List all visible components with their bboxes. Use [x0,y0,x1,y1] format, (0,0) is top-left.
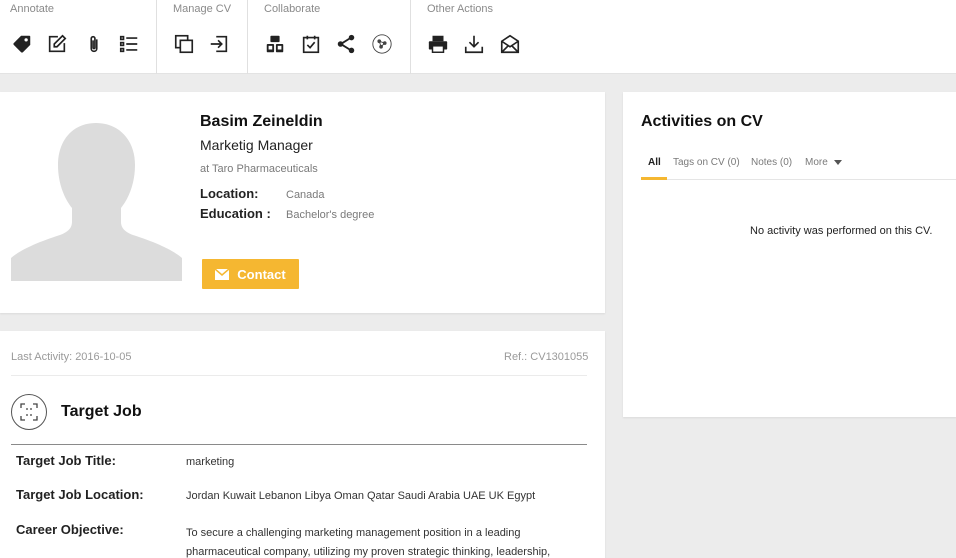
candidate-name: Basim Zeineldin [200,113,323,130]
section-title-target-job: Target Job [61,403,142,420]
candidate-company: at Taro Pharmaceuticals [200,163,318,175]
activities-title: Activities on CV [641,113,763,130]
target-job-location-label: Target Job Location: [16,487,144,502]
cv-reference: Ref.: CV1301055 [504,351,589,363]
activities-card [623,92,956,417]
share-user-icon[interactable] [263,32,287,56]
network-icon[interactable] [370,32,394,56]
toolbar-group-other-actions: Other Actions [411,0,551,74]
envelope-icon [215,268,230,280]
tabs-divider [641,179,956,180]
toolbar-group-manage-cv: Manage CV [157,0,248,74]
list-icon[interactable] [117,32,141,56]
career-objective-label: Career Objective: [16,522,124,537]
target-job-title-value: marketing [186,456,235,468]
copy-icon[interactable] [172,32,196,56]
tab-all[interactable]: All [648,157,661,168]
tab-notes[interactable]: Notes (0) [751,157,792,168]
toolbar-group-title: Manage CV [173,3,232,15]
tab-tags-on-cv[interactable]: Tags on CV (0) [673,157,740,168]
task-icon[interactable] [299,32,323,56]
divider [11,375,587,376]
no-activity-message: No activity was performed on this CV. [750,225,933,237]
candidate-title: Marketig Manager [200,137,313,153]
target-job-icon [11,394,47,430]
education-label: Education : [200,206,271,221]
education-value: Bachelor's degree [286,209,375,221]
toolbar-group-collaborate: Collaborate [248,0,411,74]
toolbar-group-annotate: Annotate [0,0,157,74]
tag-icon[interactable] [10,32,34,56]
career-objective-value: To secure a challenging marketing manage… [186,527,551,558]
section-divider [11,444,587,445]
target-job-title-label: Target Job Title: [16,453,116,468]
print-icon[interactable] [426,32,450,56]
tab-more-label: More [805,157,828,168]
avatar [11,121,182,281]
edit-icon[interactable] [45,32,69,56]
share-icon[interactable] [334,32,358,56]
move-icon[interactable] [207,32,231,56]
location-label: Location: [200,186,259,201]
attachment-icon[interactable] [82,32,106,56]
email-icon[interactable] [498,32,522,56]
toolbar-group-title: Annotate [10,3,55,15]
download-icon[interactable] [462,32,486,56]
target-job-location-value: Jordan Kuwait Lebanon Libya Oman Qatar S… [186,490,536,502]
active-tab-indicator [641,177,667,180]
contact-button-label: Contact [237,266,286,282]
last-activity: Last Activity: 2016-10-05 [11,351,132,363]
toolbar: Annotate Manage CV Collaborate Other Act… [0,0,956,74]
contact-button[interactable]: Contact [202,259,299,289]
toolbar-group-title: Other Actions [427,3,494,15]
location-value: Canada [286,189,325,201]
tab-more[interactable]: More [805,157,842,168]
caret-down-icon [833,159,842,165]
toolbar-group-title: Collaborate [264,3,321,15]
